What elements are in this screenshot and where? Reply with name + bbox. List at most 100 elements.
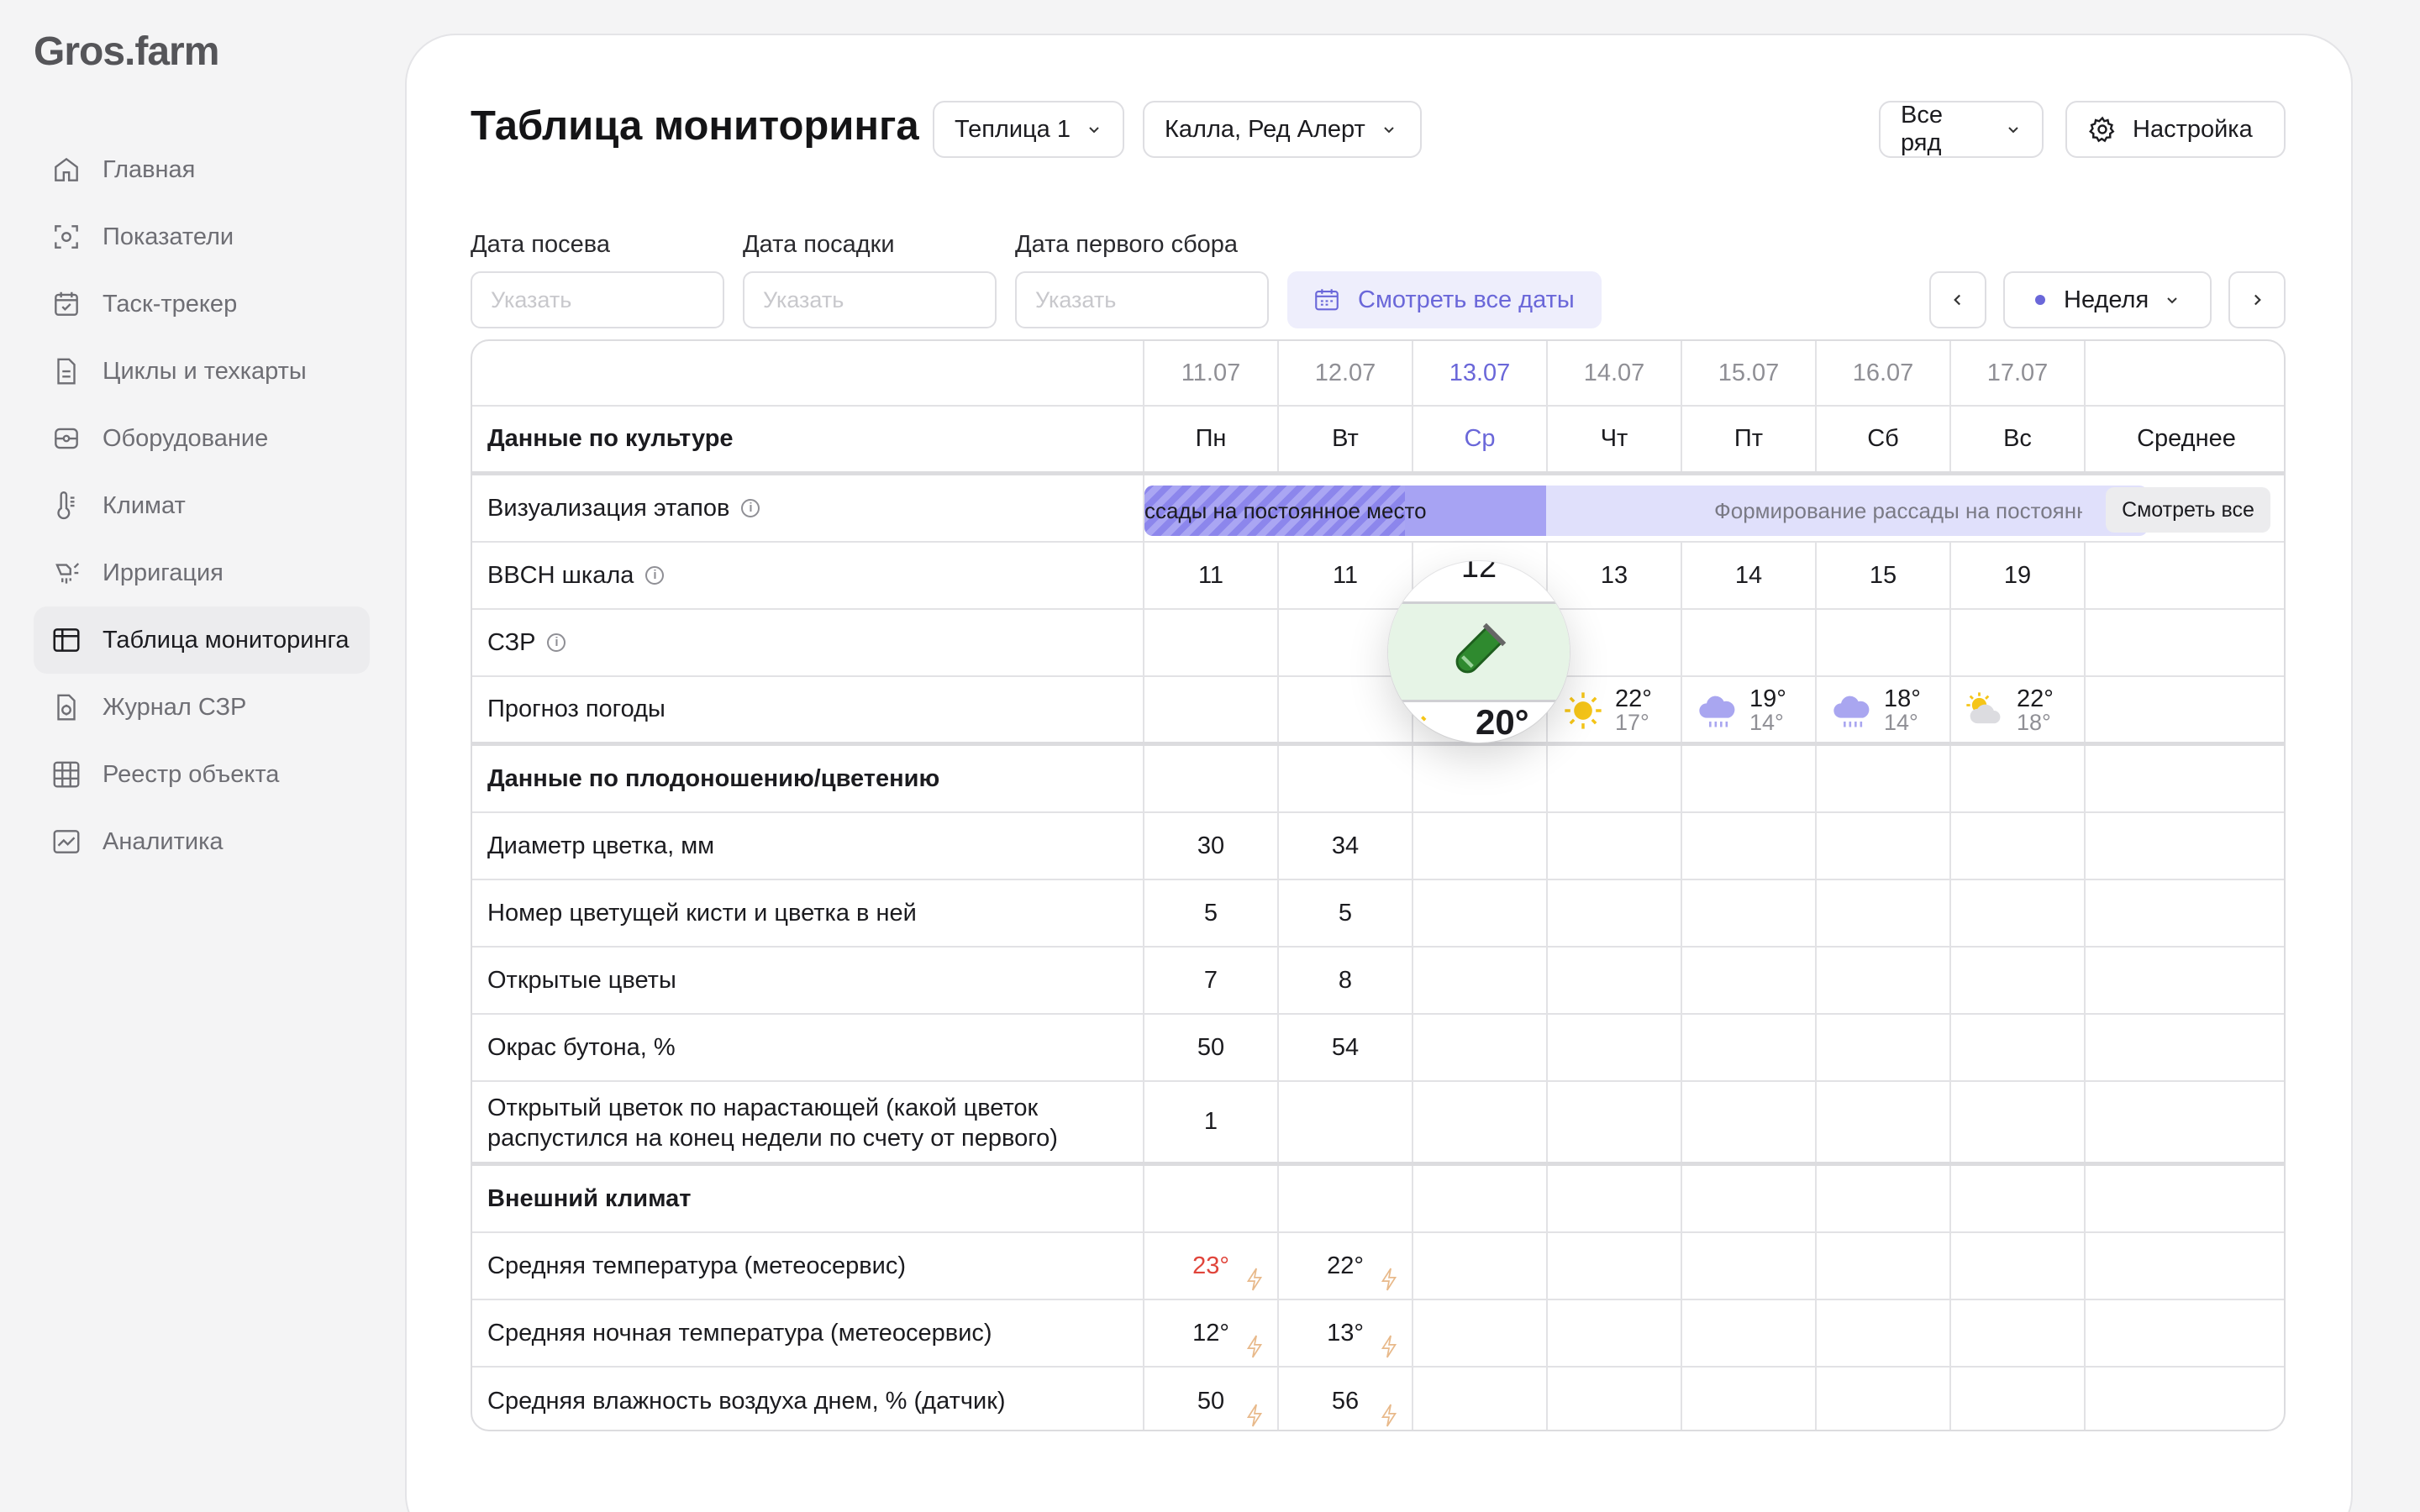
- date-cell[interactable]: 15.07: [1682, 341, 1817, 405]
- view-all-dates-button[interactable]: Смотреть все даты: [1287, 271, 1602, 328]
- date-cell[interactable]: 12.07: [1279, 341, 1413, 405]
- sidebar-item-tasks[interactable]: Таск-трекер: [34, 270, 370, 338]
- value-cell[interactable]: 50: [1144, 1015, 1279, 1080]
- value-cell[interactable]: [1817, 948, 1951, 1013]
- harvest-date-input[interactable]: Указать: [1015, 271, 1269, 328]
- value-cell[interactable]: [1951, 813, 2086, 879]
- bbch-value[interactable]: 14: [1682, 543, 1817, 608]
- value-cell[interactable]: 5: [1144, 880, 1279, 946]
- value-cell[interactable]: 34: [1279, 813, 1413, 879]
- info-icon[interactable]: i: [547, 633, 566, 652]
- value-cell[interactable]: [1548, 1300, 1682, 1366]
- value-cell[interactable]: [1682, 1015, 1817, 1080]
- value-cell[interactable]: 30: [1144, 813, 1279, 879]
- value-cell[interactable]: [1682, 880, 1817, 946]
- sidebar-item-monitoring-table[interactable]: Таблица мониторинга: [34, 606, 370, 674]
- value-cell[interactable]: [1951, 1300, 2086, 1366]
- value-cell[interactable]: [1413, 1300, 1548, 1366]
- value-cell[interactable]: [1951, 1015, 2086, 1080]
- value-cell[interactable]: [1548, 948, 1682, 1013]
- grid-icon: [50, 759, 82, 790]
- value-cell[interactable]: 22°: [1279, 1233, 1413, 1299]
- value-cell[interactable]: [1817, 813, 1951, 879]
- szr-cell[interactable]: [1951, 610, 2086, 675]
- value-cell[interactable]: [1548, 813, 1682, 879]
- info-icon[interactable]: i: [741, 499, 760, 517]
- value-cell[interactable]: 54: [1279, 1015, 1413, 1080]
- value-cell[interactable]: [1413, 813, 1548, 879]
- value-cell[interactable]: [1682, 1300, 1817, 1366]
- crop-select[interactable]: Калла, Ред Алерт: [1143, 101, 1422, 158]
- bbch-value[interactable]: 15: [1817, 543, 1951, 608]
- value-cell[interactable]: [1548, 1082, 1682, 1162]
- value-cell[interactable]: [1682, 813, 1817, 879]
- value-cell[interactable]: [1682, 948, 1817, 1013]
- value-cell[interactable]: [1548, 1368, 1682, 1430]
- value-cell[interactable]: [1817, 1368, 1951, 1430]
- value-cell[interactable]: 23°: [1144, 1233, 1279, 1299]
- value-cell[interactable]: 13°: [1279, 1300, 1413, 1366]
- value-cell[interactable]: 12°: [1144, 1300, 1279, 1366]
- value-cell[interactable]: [1817, 880, 1951, 946]
- value-cell[interactable]: 50: [1144, 1368, 1279, 1430]
- value-cell[interactable]: [1817, 1082, 1951, 1162]
- value-cell[interactable]: [1682, 1082, 1817, 1162]
- value-cell[interactable]: [1413, 1368, 1548, 1430]
- value-cell[interactable]: [1413, 1015, 1548, 1080]
- sidebar-item-metrics[interactable]: Показатели: [34, 203, 370, 270]
- value-cell[interactable]: [1413, 880, 1548, 946]
- value-cell[interactable]: [1548, 1015, 1682, 1080]
- value-cell[interactable]: [1951, 880, 2086, 946]
- sowing-date-input[interactable]: Указать: [471, 271, 724, 328]
- sidebar-item-equipment[interactable]: Оборудование: [34, 405, 370, 472]
- bbch-value[interactable]: 11: [1144, 543, 1279, 608]
- value-cell[interactable]: [1817, 1300, 1951, 1366]
- sidebar-item-climate[interactable]: Климат: [34, 472, 370, 539]
- date-cell[interactable]: 11.07: [1144, 341, 1279, 405]
- value-cell[interactable]: 56: [1279, 1368, 1413, 1430]
- value-cell[interactable]: [1279, 1082, 1413, 1162]
- value-cell[interactable]: [1951, 1233, 2086, 1299]
- szr-cell[interactable]: [1682, 610, 1817, 675]
- greenhouse-select[interactable]: Теплица 1: [933, 101, 1124, 158]
- value-cell[interactable]: [1548, 1233, 1682, 1299]
- date-cell[interactable]: 16.07: [1817, 341, 1951, 405]
- value-cell[interactable]: 7: [1144, 948, 1279, 1013]
- sidebar-item-cycles[interactable]: Циклы и техкарты: [34, 338, 370, 405]
- value-cell[interactable]: [1548, 880, 1682, 946]
- sidebar-item-irrigation[interactable]: Ирригация: [34, 539, 370, 606]
- value-cell[interactable]: [1951, 948, 2086, 1013]
- period-select[interactable]: Неделя: [2003, 271, 2212, 328]
- szr-cell[interactable]: [1144, 610, 1279, 675]
- prev-period-button[interactable]: [1929, 271, 1986, 328]
- szr-cell[interactable]: [1817, 610, 1951, 675]
- avg-cell: [2086, 1368, 2284, 1430]
- date-cell[interactable]: 14.07: [1548, 341, 1682, 405]
- date-cell[interactable]: 17.07: [1951, 341, 2086, 405]
- value-cell[interactable]: [1413, 948, 1548, 1013]
- value-cell[interactable]: [1682, 1368, 1817, 1430]
- settings-button[interactable]: Настройка: [2065, 101, 2286, 158]
- value-cell[interactable]: 8: [1279, 948, 1413, 1013]
- info-icon[interactable]: i: [645, 566, 665, 585]
- value-cell[interactable]: [1951, 1082, 2086, 1162]
- value-cell[interactable]: 1: [1144, 1082, 1279, 1162]
- planting-date-input[interactable]: Указать: [743, 271, 997, 328]
- sidebar-item-home[interactable]: Главная: [34, 136, 370, 203]
- rows-select[interactable]: Все ряд: [1879, 101, 2044, 158]
- value-cell[interactable]: [1682, 1233, 1817, 1299]
- value-cell[interactable]: [1413, 1082, 1548, 1162]
- value-cell[interactable]: [1951, 1368, 2086, 1430]
- value-cell[interactable]: 5: [1279, 880, 1413, 946]
- bbch-value[interactable]: 19: [1951, 543, 2086, 608]
- value-cell[interactable]: [1817, 1233, 1951, 1299]
- value-cell[interactable]: [1413, 1233, 1548, 1299]
- sidebar-item-szr-journal[interactable]: Журнал СЗР: [34, 674, 370, 741]
- value-cell[interactable]: [1817, 1015, 1951, 1080]
- sidebar-item-analytics[interactable]: Аналитика: [34, 808, 370, 875]
- sidebar-item-registry[interactable]: Реестр объекта: [34, 741, 370, 808]
- date-cell-current[interactable]: 13.07: [1413, 341, 1548, 405]
- next-period-button[interactable]: [2228, 271, 2286, 328]
- see-all-stages-button[interactable]: Смотреть все: [2106, 487, 2270, 533]
- stage-bar-formation[interactable]: Формирование рассады на постоянн: [1691, 486, 2082, 536]
